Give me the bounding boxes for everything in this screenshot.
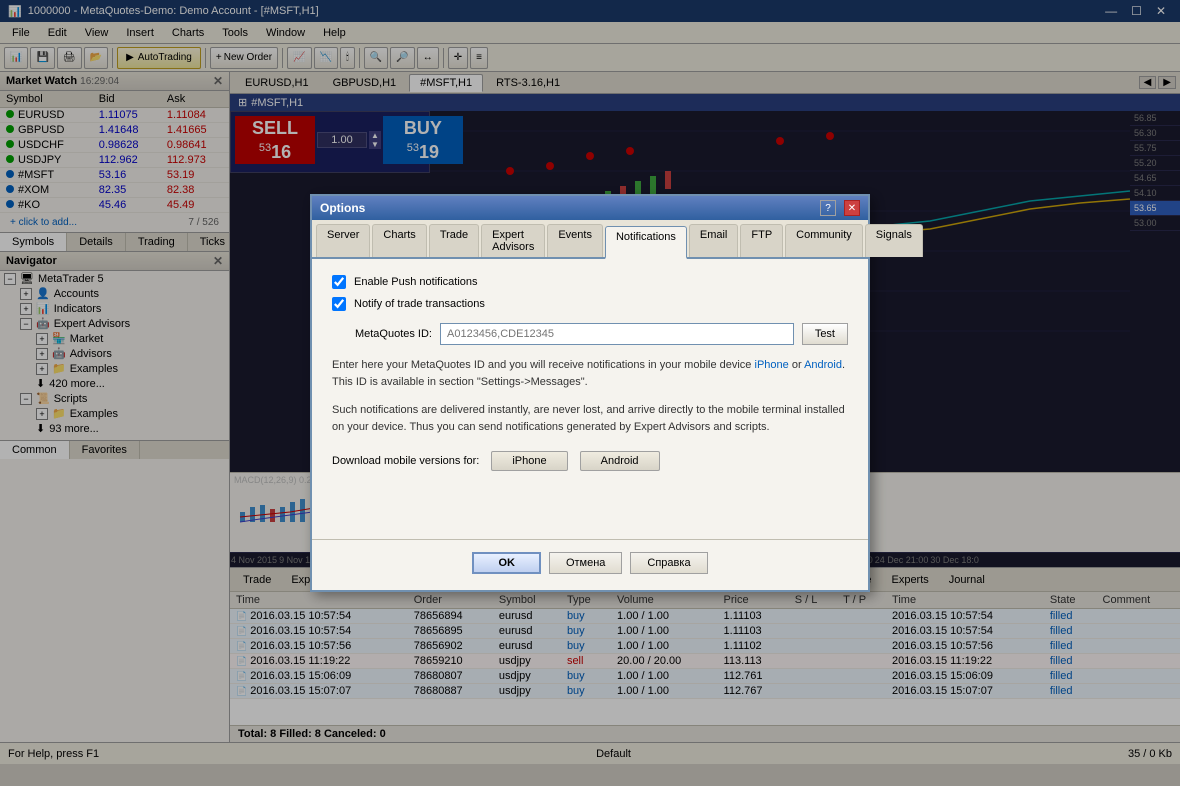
help-button[interactable]: Справка [630,552,707,574]
dialog-tab-community[interactable]: Community [785,224,863,257]
download-row: Download mobile versions for: iPhone And… [332,451,848,471]
notify-trade-label: Notify of trade transactions [354,298,485,310]
dialog-tab-charts[interactable]: Charts [372,224,426,257]
dialog-content: Enable Push notifications Notify of trad… [312,259,868,539]
notify-trade-checkbox[interactable] [332,297,346,311]
dialog-action-buttons: OK Отмена Справка [312,539,868,590]
dialog-tab-server[interactable]: Server [316,224,370,257]
android-download-button[interactable]: Android [580,451,660,471]
modal-overlay: Options ? ✕ Server Charts Trade Expert A… [0,0,1180,786]
download-label: Download mobile versions for: [332,455,479,467]
dialog-tab-email[interactable]: Email [689,224,739,257]
notify-trade-row: Notify of trade transactions [332,297,848,311]
enable-push-row: Enable Push notifications [332,275,848,289]
ok-button[interactable]: OK [472,552,541,574]
metaquotes-field-row: MetaQuotes ID: Test [332,323,848,345]
dialog-tab-trade[interactable]: Trade [429,224,479,257]
dialog-tab-notifications[interactable]: Notifications [605,226,687,259]
dialog-close-button[interactable]: ✕ [844,200,860,216]
cancel-button[interactable]: Отмена [549,552,622,574]
dialog-tab-events[interactable]: Events [547,224,603,257]
iphone-link: iPhone [755,359,789,371]
enable-push-label: Enable Push notifications [354,276,478,288]
dialog-help-icon-btn[interactable]: ? [820,200,836,216]
options-dialog: Options ? ✕ Server Charts Trade Expert A… [310,194,870,592]
description-text-1: Enter here your MetaQuotes ID and you wi… [332,357,848,390]
metaquotes-label: MetaQuotes ID: [332,328,432,340]
android-link-text: Android [804,359,842,371]
dialog-tabs: Server Charts Trade Expert Advisors Even… [312,220,868,259]
dialog-title-bar: Options ? ✕ [312,196,868,220]
dialog-title-text: Options [320,201,365,215]
test-button[interactable]: Test [802,323,848,345]
dialog-tab-signals[interactable]: Signals [865,224,923,257]
enable-push-checkbox[interactable] [332,275,346,289]
metaquotes-id-input[interactable] [440,323,794,345]
iphone-download-button[interactable]: iPhone [491,451,567,471]
description-text-2: Such notifications are delivered instant… [332,402,848,435]
dialog-tab-ftp[interactable]: FTP [740,224,783,257]
dialog-tab-ea[interactable]: Expert Advisors [481,224,545,257]
